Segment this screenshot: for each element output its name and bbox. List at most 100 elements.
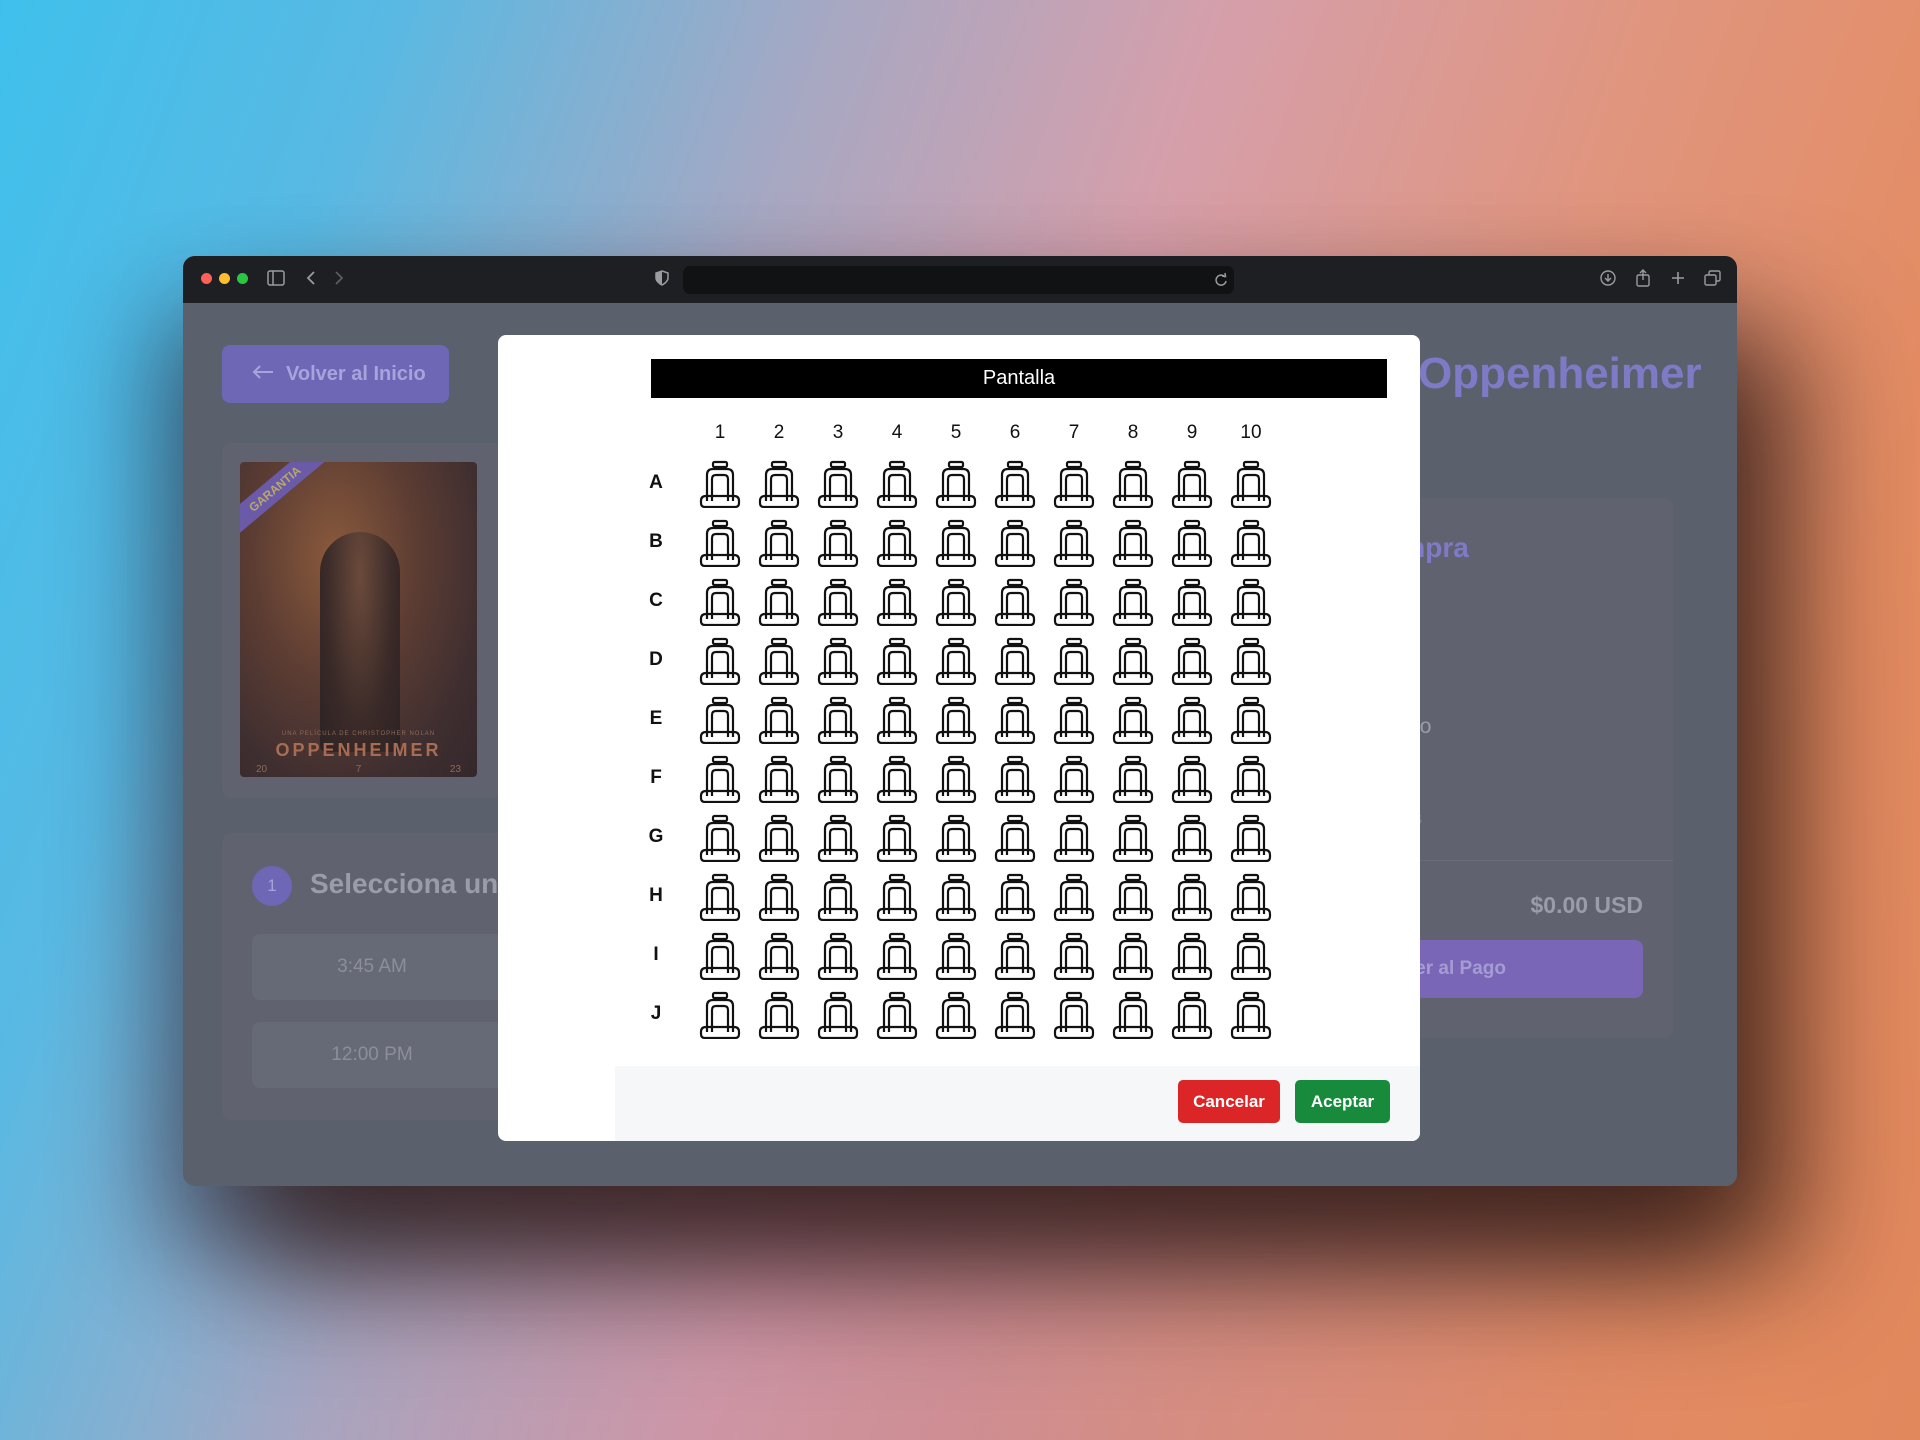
accept-button[interactable]: Aceptar — [1295, 1080, 1390, 1123]
seat-icon[interactable] — [1111, 991, 1155, 1039]
seat-icon[interactable] — [934, 932, 978, 980]
seat-icon[interactable] — [1170, 755, 1214, 803]
seat-icon[interactable] — [757, 873, 801, 921]
seat-icon[interactable] — [993, 637, 1037, 685]
seat-icon[interactable] — [698, 814, 742, 862]
seat-icon[interactable] — [934, 814, 978, 862]
seat-icon[interactable] — [934, 755, 978, 803]
back-to-home-button[interactable]: Volver al Inicio — [222, 345, 449, 403]
seat-icon[interactable] — [698, 873, 742, 921]
seat-icon[interactable] — [993, 991, 1037, 1039]
seat-icon[interactable] — [934, 578, 978, 626]
cancel-button[interactable]: Cancelar — [1178, 1080, 1280, 1123]
seat-icon[interactable] — [816, 873, 860, 921]
seat-icon[interactable] — [1111, 637, 1155, 685]
minimize-window-button[interactable] — [219, 273, 230, 284]
seat-icon[interactable] — [1170, 637, 1214, 685]
seat-icon[interactable] — [816, 932, 860, 980]
seat-icon[interactable] — [698, 932, 742, 980]
seat-icon[interactable] — [1170, 932, 1214, 980]
seat-icon[interactable] — [757, 755, 801, 803]
close-window-button[interactable] — [201, 273, 212, 284]
seat-icon[interactable] — [1170, 873, 1214, 921]
seat-icon[interactable] — [875, 696, 919, 744]
showtime-option[interactable]: 12:00 PM — [252, 1022, 532, 1088]
seat-icon[interactable] — [816, 755, 860, 803]
downloads-icon[interactable] — [1600, 270, 1616, 289]
seat-icon[interactable] — [1052, 814, 1096, 862]
seat-icon[interactable] — [1052, 637, 1096, 685]
seat-icon[interactable] — [1229, 696, 1273, 744]
share-icon[interactable] — [1635, 269, 1651, 290]
seat-icon[interactable] — [1111, 578, 1155, 626]
seat-icon[interactable] — [1170, 578, 1214, 626]
seat-icon[interactable] — [993, 578, 1037, 626]
seat-icon[interactable] — [934, 637, 978, 685]
seat-icon[interactable] — [1229, 460, 1273, 508]
reload-icon[interactable] — [1214, 272, 1228, 293]
seat-icon[interactable] — [1170, 460, 1214, 508]
seat-icon[interactable] — [757, 460, 801, 508]
tab-overview-icon[interactable] — [1704, 270, 1721, 289]
seat-icon[interactable] — [816, 814, 860, 862]
seat-icon[interactable] — [698, 519, 742, 567]
seat-icon[interactable] — [757, 637, 801, 685]
seat-icon[interactable] — [757, 519, 801, 567]
seat-icon[interactable] — [993, 932, 1037, 980]
seat-icon[interactable] — [757, 814, 801, 862]
seat-icon[interactable] — [757, 932, 801, 980]
address-bar[interactable] — [683, 266, 1234, 294]
zoom-window-button[interactable] — [237, 273, 248, 284]
seat-icon[interactable] — [934, 696, 978, 744]
seat-icon[interactable] — [1229, 519, 1273, 567]
seat-icon[interactable] — [1052, 460, 1096, 508]
showtime-option[interactable]: 3:45 AM — [252, 934, 532, 1000]
seat-icon[interactable] — [993, 873, 1037, 921]
seat-icon[interactable] — [875, 755, 919, 803]
seat-icon[interactable] — [1170, 519, 1214, 567]
seat-icon[interactable] — [1229, 755, 1273, 803]
seat-icon[interactable] — [1052, 578, 1096, 626]
seat-icon[interactable] — [698, 460, 742, 508]
seat-icon[interactable] — [875, 814, 919, 862]
seat-icon[interactable] — [816, 696, 860, 744]
seat-icon[interactable] — [1111, 696, 1155, 744]
seat-icon[interactable] — [698, 696, 742, 744]
seat-icon[interactable] — [934, 873, 978, 921]
seat-icon[interactable] — [875, 932, 919, 980]
seat-icon[interactable] — [934, 991, 978, 1039]
seat-icon[interactable] — [1229, 814, 1273, 862]
seat-icon[interactable] — [1111, 814, 1155, 862]
seat-icon[interactable] — [757, 991, 801, 1039]
seat-icon[interactable] — [1111, 873, 1155, 921]
seat-icon[interactable] — [1111, 519, 1155, 567]
seat-icon[interactable] — [875, 519, 919, 567]
seat-icon[interactable] — [1111, 460, 1155, 508]
seat-icon[interactable] — [1052, 873, 1096, 921]
seat-icon[interactable] — [698, 578, 742, 626]
seat-icon[interactable] — [698, 991, 742, 1039]
seat-icon[interactable] — [1052, 991, 1096, 1039]
seat-icon[interactable] — [757, 578, 801, 626]
sidebar-toggle-icon[interactable] — [267, 270, 285, 289]
seat-icon[interactable] — [1229, 637, 1273, 685]
forward-nav-icon[interactable] — [333, 270, 345, 289]
seat-icon[interactable] — [875, 637, 919, 685]
seat-icon[interactable] — [1170, 696, 1214, 744]
seat-icon[interactable] — [757, 696, 801, 744]
seat-icon[interactable] — [1229, 932, 1273, 980]
seat-icon[interactable] — [1229, 873, 1273, 921]
seat-icon[interactable] — [1052, 696, 1096, 744]
seat-icon[interactable] — [993, 755, 1037, 803]
seat-icon[interactable] — [816, 519, 860, 567]
seat-icon[interactable] — [875, 460, 919, 508]
seat-icon[interactable] — [1170, 814, 1214, 862]
seat-icon[interactable] — [698, 755, 742, 803]
seat-icon[interactable] — [934, 519, 978, 567]
seat-icon[interactable] — [1052, 519, 1096, 567]
seat-icon[interactable] — [934, 460, 978, 508]
seat-icon[interactable] — [1170, 991, 1214, 1039]
new-tab-icon[interactable] — [1670, 270, 1686, 289]
seat-icon[interactable] — [1111, 932, 1155, 980]
seat-icon[interactable] — [816, 991, 860, 1039]
